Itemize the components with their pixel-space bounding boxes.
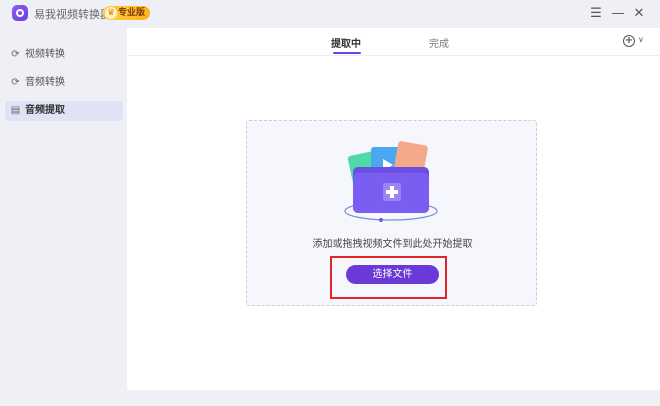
- chevron-down-icon[interactable]: ∨: [638, 35, 644, 44]
- sidebar: ⟳ 视频转换 ⟳ 音频转换 ▤ 音频提取: [0, 28, 127, 406]
- app-title: 易我视频转换器: [34, 8, 111, 21]
- pro-badge: ♛ 专业版: [103, 6, 151, 20]
- audio-extract-icon: ▤: [10, 105, 21, 116]
- minimize-icon[interactable]: —: [610, 6, 626, 22]
- highlight-box: [330, 256, 447, 299]
- tab-completed[interactable]: 完成: [429, 35, 449, 50]
- crown-icon: ♛: [105, 7, 117, 19]
- title-bar: 易我视频转换器 ♛ 专业版 ☰ — ✕: [0, 0, 660, 28]
- sidebar-item-video-convert[interactable]: ⟳ 视频转换: [5, 45, 123, 65]
- active-tab-indicator: [333, 52, 361, 54]
- close-icon[interactable]: ✕: [631, 6, 647, 22]
- pro-badge-label: 专业版: [118, 8, 146, 18]
- sidebar-item-audio-convert[interactable]: ⟳ 音频转换: [5, 73, 123, 93]
- drop-hint: 添加或拖拽视频文件到此处开始提取: [312, 239, 473, 250]
- app-logo-icon: [12, 5, 28, 21]
- main-panel: 提取中 完成 + ∨ 添加或拖拽视频文件到此处开始提取 选择文件: [127, 28, 660, 390]
- audio-convert-icon: ⟳: [11, 77, 20, 88]
- tab-bar: 提取中 完成 + ∨: [127, 28, 660, 56]
- menu-icon[interactable]: ☰: [588, 6, 604, 22]
- add-icon[interactable]: +: [623, 35, 635, 47]
- sidebar-item-audio-extract[interactable]: ▤ 音频提取: [5, 101, 123, 121]
- sidebar-item-label: 音频提取: [25, 105, 65, 116]
- sidebar-item-label: 音频转换: [25, 77, 65, 88]
- sidebar-item-label: 视频转换: [25, 49, 65, 60]
- video-convert-icon: ⟳: [11, 49, 20, 60]
- tab-extracting[interactable]: 提取中: [331, 35, 361, 50]
- bottom-strip: [127, 390, 660, 406]
- folder-illustration-icon: [344, 141, 438, 222]
